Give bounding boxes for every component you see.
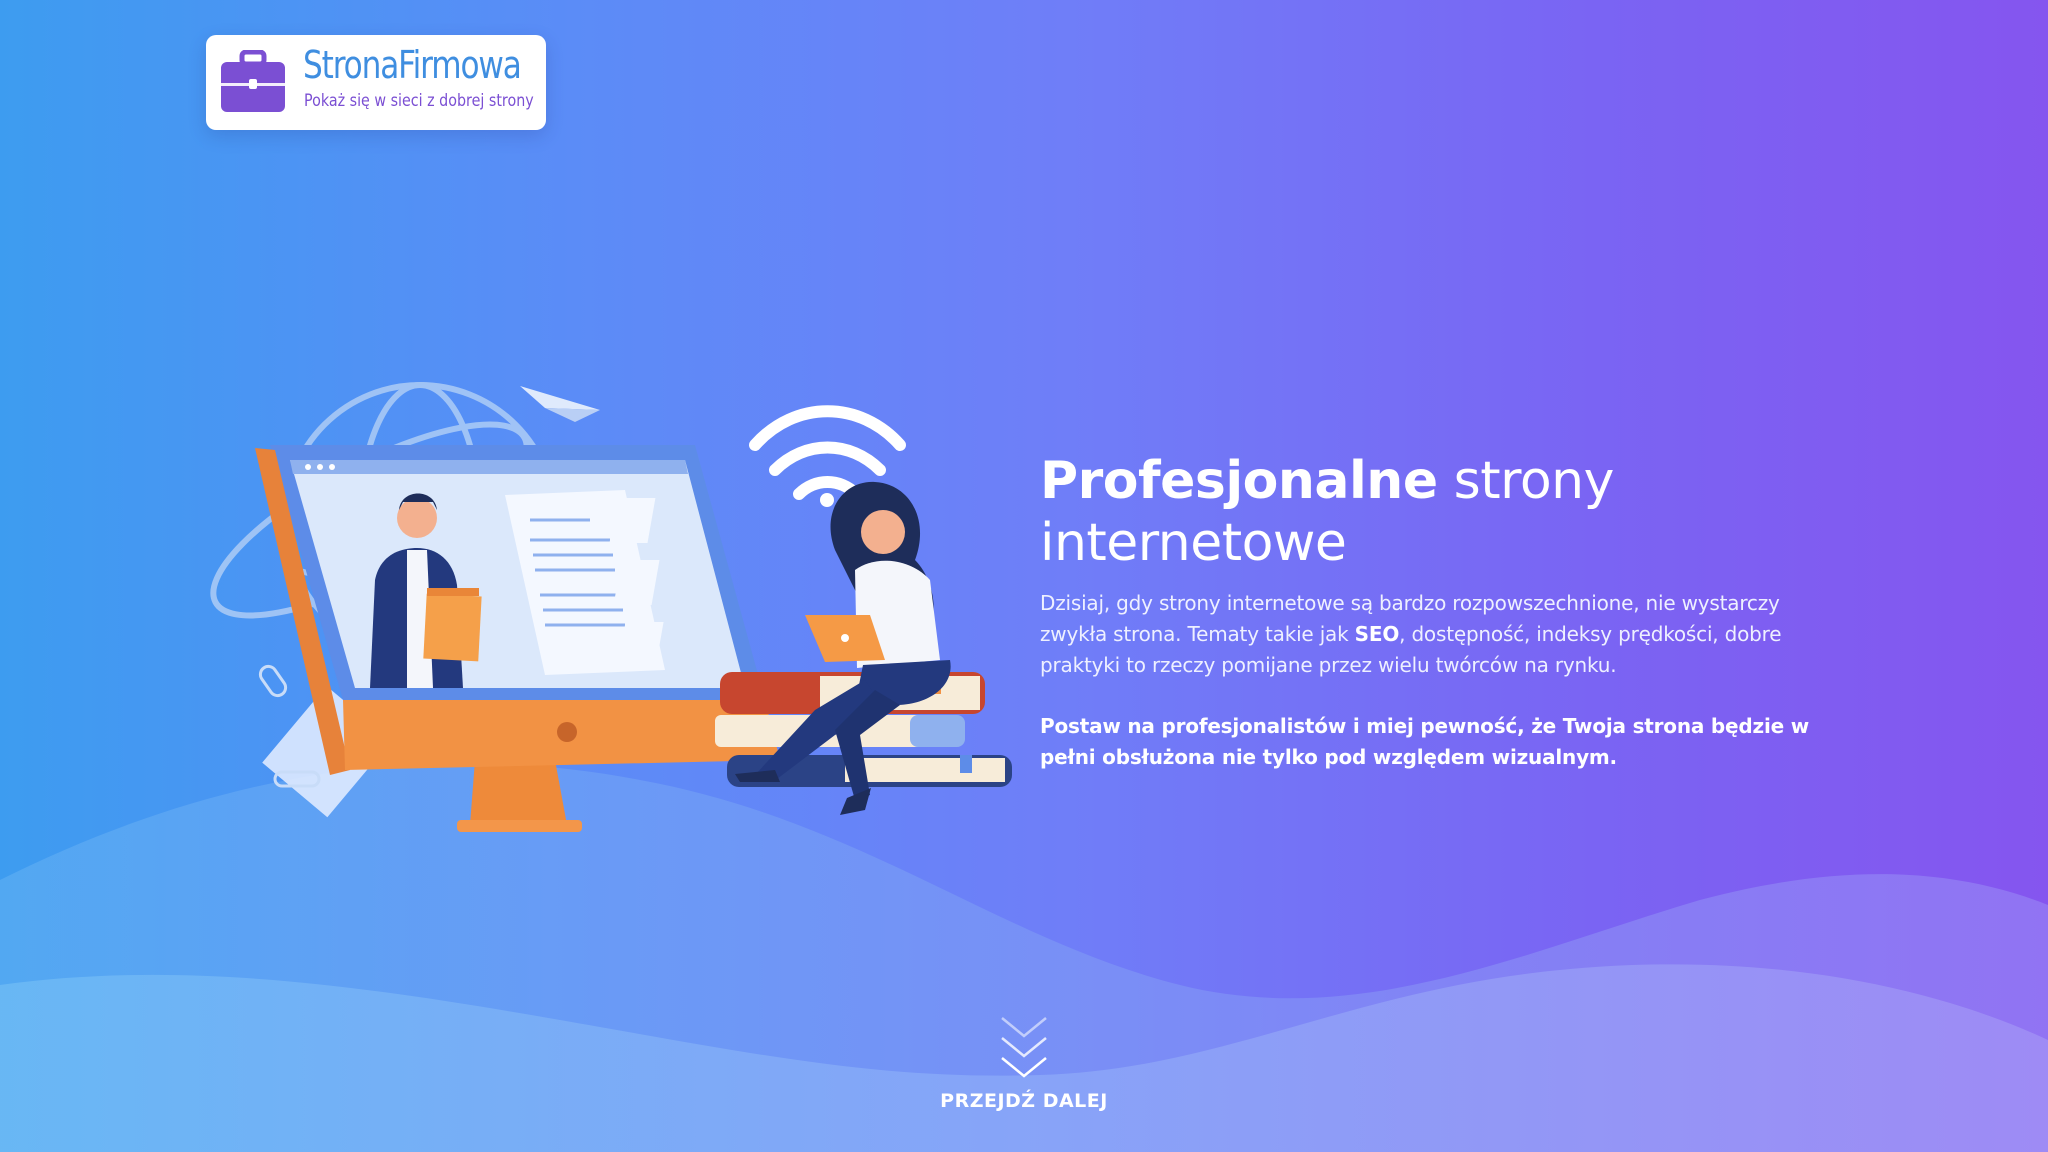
hero-description-bold: SEO [1354, 622, 1400, 646]
paper-clip-icon [258, 664, 288, 698]
scroll-down-button[interactable]: PRZEJDŹ DALEJ [924, 1012, 1124, 1132]
hero-cta-text: Postaw na profesjonalistów i miej pewnoś… [1040, 714, 1810, 769]
briefcase-icon [221, 50, 285, 112]
monitor-stand [470, 760, 567, 825]
hero-illustration [210, 382, 1012, 832]
chevrons-down-icon [1001, 1017, 1047, 1078]
monitor-screen [290, 460, 745, 688]
brand-tagline: Pokaż się w sieci z dobrej strony [304, 91, 534, 111]
hero-title-bold: Profesjonalne [1040, 451, 1438, 511]
brand-logo[interactable]: StronaFirmowa Pokaż się w sieci z dobrej… [206, 35, 546, 130]
hero-content: Profesjonalne strony internetowe Dzisiaj,… [1040, 450, 1840, 773]
hero-page: StronaFirmowa Pokaż się w sieci z dobrej… [0, 0, 2048, 1152]
hero-title-rest: strony [1437, 451, 1615, 511]
paper-plane-icon [520, 386, 600, 422]
scroll-down-label: PRZEJDŹ DALEJ [940, 1090, 1108, 1112]
hero-title: Profesjonalne strony internetowe [1040, 450, 1840, 574]
hero-description: Dzisiaj, gdy strony internetowe są bardz… [1040, 588, 1840, 681]
hero-title-line2: internetowe [1040, 513, 1347, 573]
wifi-icon [749, 405, 906, 500]
brand-name: StronaFirmowa [303, 43, 522, 87]
